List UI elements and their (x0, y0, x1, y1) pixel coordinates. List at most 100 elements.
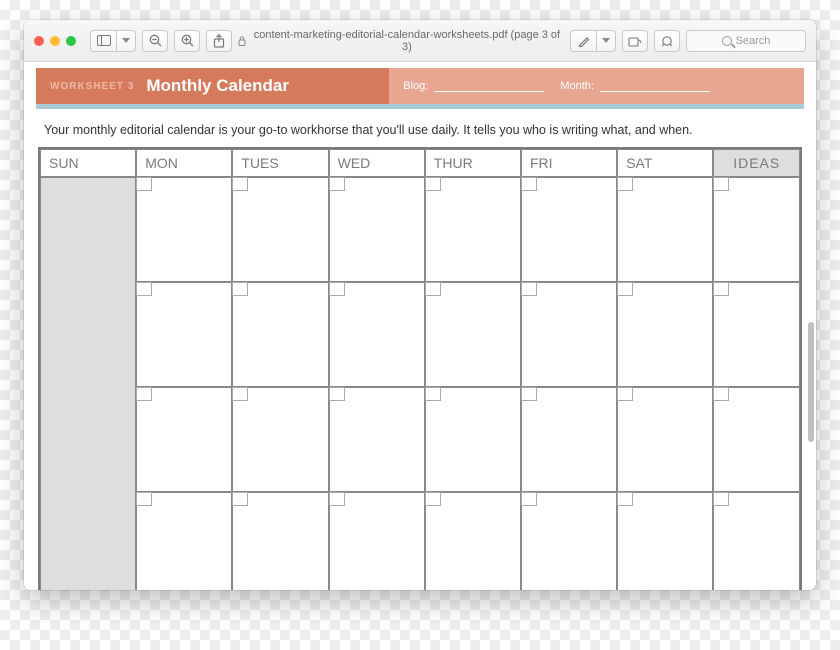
document-viewport[interactable]: WORKSHEET 3 Monthly Calendar Blog: Month… (24, 62, 816, 590)
rotate-icon (628, 35, 642, 47)
vertical-scrollbar[interactable] (808, 322, 814, 442)
calendar-cell (521, 387, 617, 492)
zoom-window-button[interactable] (66, 36, 76, 46)
lock-icon (238, 36, 246, 46)
calendar-cell (136, 387, 232, 492)
calendar-cell (425, 177, 521, 282)
subtitle: Your monthly editorial calendar is your … (36, 109, 804, 147)
date-tab (617, 282, 633, 296)
calendar-cell (617, 177, 713, 282)
date-tab (521, 387, 537, 401)
date-tab (232, 492, 248, 506)
markup-button[interactable] (654, 30, 680, 52)
date-tab (713, 492, 729, 506)
share-icon (213, 34, 225, 48)
date-tab (425, 387, 441, 401)
annotate-menu-button[interactable] (596, 30, 616, 52)
sidebar-icon (97, 35, 111, 46)
date-tab (521, 282, 537, 296)
chevron-down-icon (122, 38, 130, 43)
calendar-cell (713, 177, 800, 282)
annotate-button[interactable] (570, 30, 596, 52)
calendar-cell (232, 492, 328, 590)
date-tab (232, 177, 248, 191)
markup-icon (660, 35, 674, 47)
day-header-mon: MON (136, 149, 232, 177)
minimize-window-button[interactable] (50, 36, 60, 46)
window-title-text: content-marketing-editorial-calendar-wor… (250, 29, 564, 53)
banner-left: WORKSHEET 3 Monthly Calendar (36, 68, 389, 104)
date-tab (329, 387, 345, 401)
calendar-cell (425, 282, 521, 387)
date-tab (713, 177, 729, 191)
date-tab (232, 387, 248, 401)
annotate-group (570, 30, 616, 52)
window-title: content-marketing-editorial-calendar-wor… (238, 29, 564, 53)
date-tab (136, 387, 152, 401)
date-tab (425, 177, 441, 191)
calendar-cell (425, 492, 521, 590)
date-tab (617, 492, 633, 506)
date-tab (425, 282, 441, 296)
day-header-wed: WED (329, 149, 425, 177)
calendar-cell (329, 177, 425, 282)
day-header-thu: THUR (425, 149, 521, 177)
date-tab (329, 282, 345, 296)
calendar-cell (136, 282, 232, 387)
zoom-in-button[interactable] (174, 30, 200, 52)
date-tab (713, 282, 729, 296)
zoom-in-icon (181, 34, 194, 47)
calendar-grid: SUN MON TUES WED THUR FRI SAT IDEAS (38, 147, 802, 590)
chevron-down-icon (602, 38, 610, 43)
close-window-button[interactable] (34, 36, 44, 46)
date-tab (136, 282, 152, 296)
month-label: Month: (560, 80, 594, 92)
calendar-cell (329, 282, 425, 387)
pdf-page: WORKSHEET 3 Monthly Calendar Blog: Month… (36, 68, 804, 590)
calendar-cell (329, 387, 425, 492)
preview-window: content-marketing-editorial-calendar-wor… (24, 20, 816, 590)
calendar-cell (713, 492, 800, 590)
worksheet-label: WORKSHEET 3 (50, 81, 134, 92)
share-button[interactable] (206, 30, 232, 52)
calendar-cell (232, 282, 328, 387)
sidebar-toggle-button[interactable] (90, 30, 116, 52)
date-tab (136, 177, 152, 191)
sidebar-toggle-group (90, 30, 136, 52)
month-field: Month: (560, 80, 710, 92)
day-header-sun: SUN (40, 149, 136, 177)
zoom-out-icon (149, 34, 162, 47)
calendar-cell (521, 282, 617, 387)
calendar-cell (713, 282, 800, 387)
date-tab (136, 492, 152, 506)
pen-icon (578, 35, 590, 47)
page-title: Monthly Calendar (146, 76, 289, 96)
calendar-cell (329, 492, 425, 590)
blog-label: Blog: (403, 80, 428, 92)
rotate-button[interactable] (622, 30, 648, 52)
day-header-sat: SAT (617, 149, 713, 177)
calendar-cell (521, 177, 617, 282)
calendar-cell (617, 282, 713, 387)
calendar-cell (521, 492, 617, 590)
calendar-cell (713, 387, 800, 492)
search-placeholder: Search (736, 35, 771, 47)
ideas-cell (40, 177, 136, 590)
calendar-cell (136, 492, 232, 590)
calendar-cell (232, 177, 328, 282)
calendar-cell (425, 387, 521, 492)
traffic-lights (34, 36, 76, 46)
date-tab (617, 177, 633, 191)
calendar-cell (136, 177, 232, 282)
sidebar-menu-button[interactable] (116, 30, 136, 52)
date-tab (617, 387, 633, 401)
date-tab (425, 492, 441, 506)
month-input-line (600, 81, 710, 92)
search-field[interactable]: Search (686, 30, 806, 52)
date-tab (232, 282, 248, 296)
date-tab (521, 492, 537, 506)
search-icon (722, 36, 732, 46)
titlebar: content-marketing-editorial-calendar-wor… (24, 20, 816, 62)
zoom-out-button[interactable] (142, 30, 168, 52)
calendar-cell (617, 492, 713, 590)
